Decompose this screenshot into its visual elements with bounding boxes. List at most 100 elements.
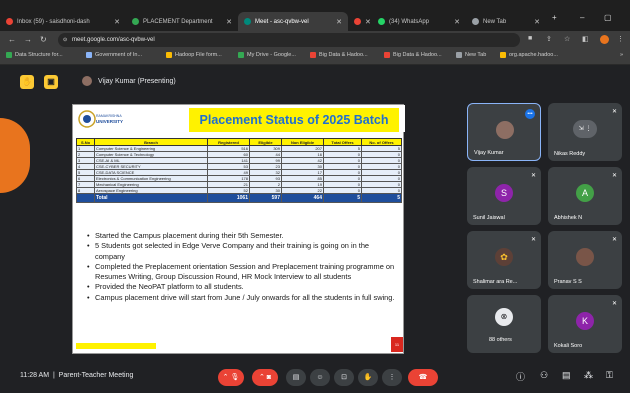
presenter-name: Vijay Kumar (Presenting) [98, 77, 176, 85]
back-icon[interactable]: ← [8, 35, 16, 44]
activities-icon[interactable]: ⁂ [584, 370, 593, 381]
camera-icon[interactable]: ■ [528, 35, 532, 42]
close-tab-icon[interactable]: ✕ [454, 18, 460, 26]
captions-button[interactable]: ▤ [286, 369, 306, 386]
tab-newtab[interactable]: New Tab ✕ [466, 12, 546, 31]
university-logo: RAMAKRISHNA UNIVERSITY [78, 108, 123, 130]
participant-name: Abhishek N [554, 215, 583, 221]
placement-table: S.No Branch Registered Eligible Non Elig… [76, 138, 402, 203]
close-tab-icon[interactable]: ✕ [365, 18, 371, 26]
extensions-icon[interactable]: ◧ [582, 35, 589, 43]
tab-whatsapp[interactable]: (34) WhatsApp ✕ [372, 12, 466, 31]
bookmark-label: org.apache.hadoo... [509, 52, 558, 58]
table-cell [76, 193, 95, 203]
column-header: Registered [207, 138, 250, 146]
participant-tile[interactable]: ✕ ⇲ ⋮ Nikas Reddy [548, 103, 622, 161]
bookmark-item[interactable]: Government of In... [86, 52, 142, 58]
table-cell: 464 [281, 193, 324, 203]
more-options-button[interactable]: ⋮ [382, 369, 402, 386]
bookmark-item[interactable]: org.apache.hadoo... [500, 52, 558, 58]
table-cell: 5 [361, 193, 402, 203]
presenting-label: Vijay Kumar (Presenting) [82, 76, 176, 86]
bookmark-item[interactable]: Big Data & Hadoo... [310, 52, 368, 58]
avatar [496, 121, 514, 139]
reload-icon[interactable]: ↻ [40, 35, 47, 44]
column-header: Eligible [249, 138, 282, 146]
bookmark-item[interactable]: Hadoop File form... [166, 52, 222, 58]
participant-tile[interactable]: ••• Vijay Kumar [467, 103, 541, 161]
bullet-list: Started the Campus placement during thei… [83, 231, 399, 303]
tab-placement[interactable]: PLACEMENT Department ✕ [126, 12, 238, 31]
tile-controls[interactable]: ⇲ ⋮ [573, 120, 597, 138]
browser-tab-strip: Inbox (59) - saisdhoni-dash ✕ PLACEMENT D… [0, 0, 630, 31]
mic-off-icon: ✕ [611, 109, 617, 115]
gmail-icon [6, 18, 13, 25]
camera-toggle-button[interactable]: ⌃ ◙ [252, 369, 278, 386]
participant-name: Sunil Jaiswal [473, 215, 505, 221]
present-button[interactable]: ⊡ [334, 369, 354, 386]
others-tile[interactable]: ⊗ 88 others [467, 295, 541, 353]
more-bookmarks-icon[interactable]: » [620, 52, 623, 58]
participant-tile[interactable]: ✕ A Abhishek N [548, 167, 622, 225]
tab-youtube[interactable]: ✕ [348, 12, 372, 31]
bookmarks-bar: Data Structure for... Government of In..… [0, 49, 630, 65]
tab-label: New Tab [483, 18, 507, 25]
bookmark-label: Data Structure for... [15, 52, 63, 58]
mic-off-icon: ✕ [530, 237, 536, 243]
menu-icon[interactable]: ⋮ [617, 35, 624, 43]
bookmark-item[interactable]: New Tab [456, 52, 486, 58]
shared-slide: RAMAKRISHNA UNIVERSITY Placement Status o… [72, 104, 405, 354]
bookmark-star-icon[interactable]: ☆ [564, 35, 570, 43]
close-tab-icon[interactable]: ✕ [114, 18, 120, 26]
host-controls-icon[interactable]: ⚿ [606, 370, 613, 381]
close-tab-icon[interactable]: ✕ [534, 18, 540, 26]
mic-off-icon: ✕ [611, 173, 617, 179]
raise-hand-button[interactable]: ✋ [358, 369, 378, 386]
people-icon[interactable]: ⚇ [540, 370, 548, 381]
tab-label: PLACEMENT Department [143, 18, 213, 25]
hand-raise-icon[interactable]: ✋ [20, 75, 34, 89]
bookmark-item[interactable]: Big Data & Hadoo... [384, 52, 442, 58]
info-icon[interactable]: ⓘ [516, 370, 525, 383]
minimize-icon[interactable]: – [580, 13, 584, 22]
participant-tile[interactable]: ✕ Pranav S S [548, 231, 622, 289]
tab-meet[interactable]: Meet - asc-qvbw-vel ✕ [238, 12, 348, 31]
maximize-icon[interactable]: ▢ [604, 13, 612, 22]
leave-call-button[interactable]: ☎ [408, 369, 438, 386]
tab-gmail[interactable]: Inbox (59) - saisdhoni-dash ✕ [0, 12, 126, 31]
mic-toggle-button[interactable]: ⌃ 🎙 [218, 369, 244, 386]
tab-label: (34) WhatsApp [389, 18, 430, 25]
forward-icon[interactable]: → [24, 35, 32, 44]
site-info-icon[interactable]: ⊙ [63, 33, 67, 47]
bookmark-label: My Drive - Google... [247, 52, 296, 58]
meeting-info: 11:28 AM | Parent-Teacher Meeting [20, 372, 134, 379]
chat-icon[interactable]: ▤ [562, 370, 571, 381]
meeting-title: Parent-Teacher Meeting [58, 372, 134, 379]
close-tab-icon[interactable]: ✕ [226, 18, 232, 26]
share-icon[interactable]: ⇪ [546, 35, 552, 43]
participant-tile[interactable]: ✕ K Kokali Soro [548, 295, 622, 353]
emoji-button[interactable]: ☺ [310, 369, 330, 386]
bookmark-item[interactable]: Data Structure for... [6, 52, 63, 58]
others-count: 88 others [489, 337, 512, 343]
present-icon[interactable]: ▣ [44, 75, 58, 89]
avatar: K [576, 312, 594, 330]
participant-tile[interactable]: ✕ S Sunil Jaiswal [467, 167, 541, 225]
mic-off-icon: ✕ [530, 173, 536, 179]
docs-icon [132, 18, 139, 25]
more-options-icon[interactable]: ••• [525, 109, 535, 119]
avatar [82, 76, 92, 86]
drive-icon [238, 52, 244, 58]
meeting-time: 11:28 AM [20, 372, 50, 379]
avatar [576, 248, 594, 266]
close-tab-icon[interactable]: ✕ [336, 18, 342, 26]
new-tab-icon[interactable]: + [552, 13, 557, 22]
column-header: Non Eligible [281, 138, 324, 146]
participant-name: Vijay Kumar [474, 150, 504, 156]
participant-tile[interactable]: ✕ ✿ Shalimar ara Re... [467, 231, 541, 289]
bookmark-item[interactable]: My Drive - Google... [238, 52, 296, 58]
profile-avatar[interactable] [600, 35, 609, 44]
url-field[interactable]: ⊙ meet.google.com/asc-qvbw-vel [58, 33, 520, 47]
participant-name: Pranav S S [554, 279, 582, 285]
avatar: A [576, 184, 594, 202]
